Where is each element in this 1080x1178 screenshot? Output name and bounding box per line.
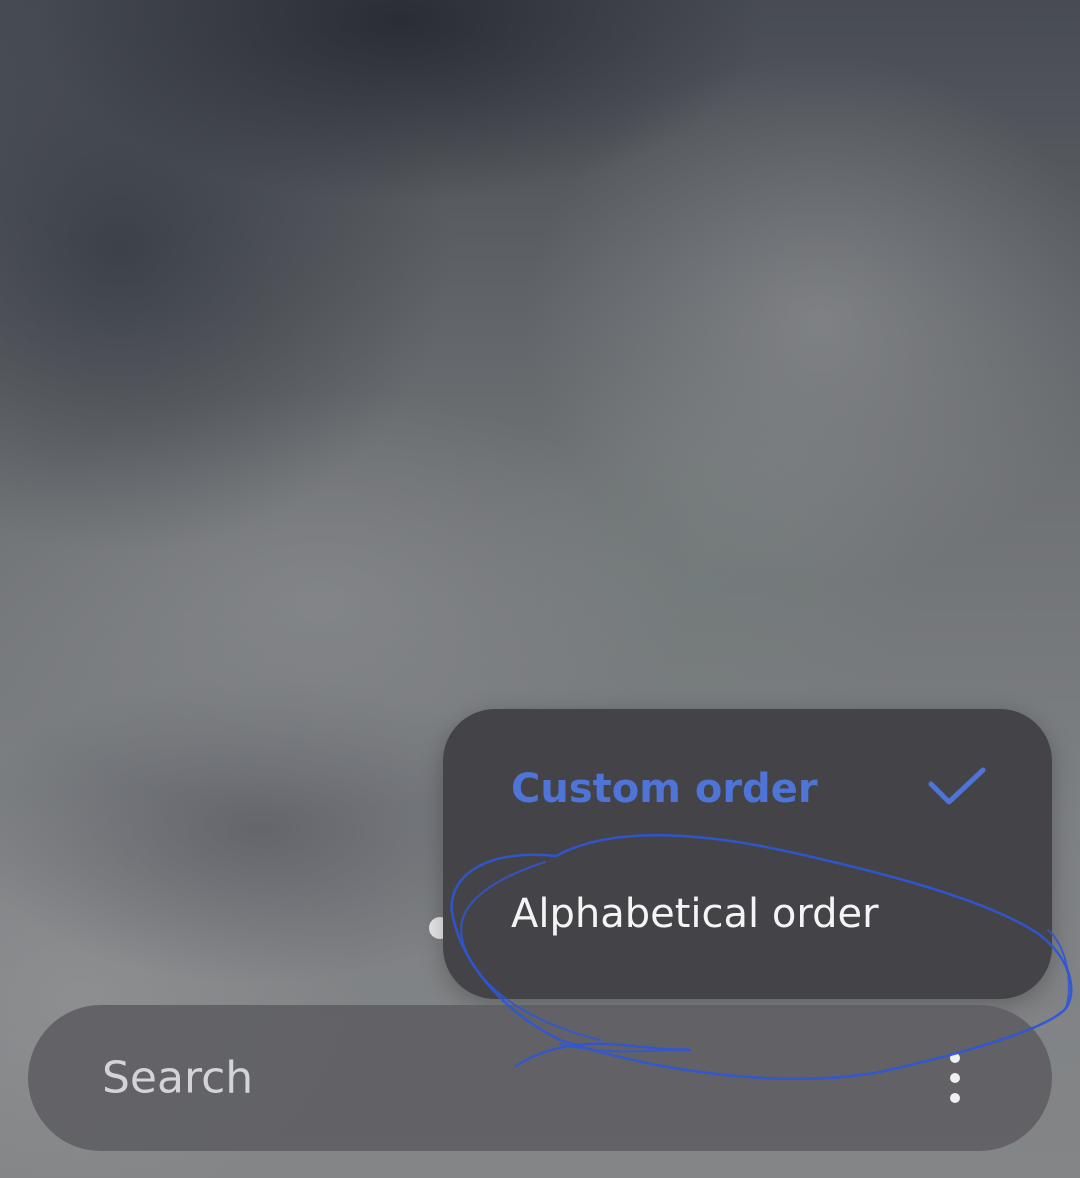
search-placeholder: Search [102,1052,254,1104]
app-drawer-screen: Custom order Alphabetical order Search [0,0,1080,1178]
check-icon [928,767,986,805]
more-vertical-icon [950,1073,960,1083]
search-bar[interactable]: Search [28,1005,1052,1151]
more-vertical-icon [950,1053,960,1063]
menu-item-label: Custom order [511,766,818,812]
menu-item-label: Alphabetical order [511,891,879,937]
menu-item-alphabetical-order[interactable]: Alphabetical order [443,859,1052,969]
more-vertical-icon [950,1093,960,1103]
blurred-wallpaper [0,0,1080,1178]
more-options-button[interactable] [934,1045,976,1111]
sort-order-menu: Custom order Alphabetical order [443,709,1052,999]
menu-item-custom-order[interactable]: Custom order [443,734,1052,844]
